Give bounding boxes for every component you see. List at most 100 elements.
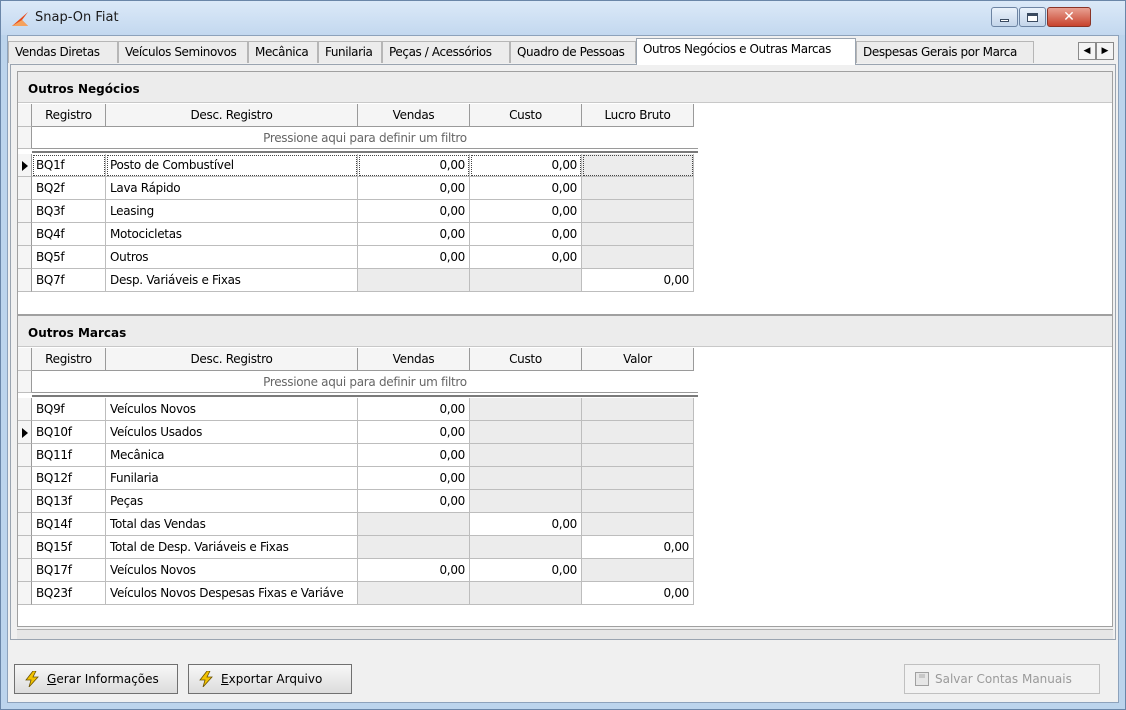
- row-indicator[interactable]: [18, 223, 32, 246]
- cell-registro[interactable]: BQ12f: [32, 467, 106, 490]
- cell-custo[interactable]: [470, 490, 582, 513]
- tab-funilaria[interactable]: Funilaria: [318, 41, 382, 63]
- cell-registro[interactable]: BQ13f: [32, 490, 106, 513]
- table-row[interactable]: BQ3f Leasing 0,00 0,00: [18, 200, 698, 223]
- cell-desc[interactable]: Mecânica: [106, 444, 358, 467]
- cell-valor[interactable]: [582, 444, 694, 467]
- row-indicator[interactable]: [18, 200, 32, 223]
- col-header-registro[interactable]: Registro: [32, 348, 106, 371]
- cell-lucro[interactable]: [582, 154, 694, 177]
- tab-scroll-right-icon[interactable]: ▶: [1096, 42, 1114, 60]
- cell-registro[interactable]: BQ17f: [32, 559, 106, 582]
- col-header-lucro-bruto[interactable]: Lucro Bruto: [582, 104, 694, 127]
- cell-vendas[interactable]: 0,00: [358, 246, 470, 269]
- cell-custo[interactable]: 0,00: [470, 154, 582, 177]
- tab-veiculos-seminovos[interactable]: Veículos Seminovos: [118, 41, 248, 63]
- filter-hint[interactable]: Pressione aqui para definir um filtro: [32, 127, 698, 149]
- cell-vendas[interactable]: 0,00: [358, 398, 470, 421]
- cell-valor[interactable]: [582, 421, 694, 444]
- cell-custo[interactable]: [470, 582, 582, 605]
- tab-quadro-de-pessoas[interactable]: Quadro de Pessoas: [510, 41, 636, 63]
- table-row[interactable]: BQ9f Veículos Novos 0,00: [18, 398, 698, 421]
- table-row[interactable]: BQ13f Peças 0,00: [18, 490, 698, 513]
- cell-custo[interactable]: [470, 467, 582, 490]
- cell-desc[interactable]: Veículos Usados: [106, 421, 358, 444]
- minimize-button[interactable]: [991, 7, 1018, 27]
- close-button[interactable]: ✕: [1047, 7, 1091, 27]
- cell-valor[interactable]: 0,00: [582, 536, 694, 559]
- table-row[interactable]: BQ12f Funilaria 0,00: [18, 467, 698, 490]
- row-indicator[interactable]: [18, 582, 32, 605]
- table-row[interactable]: BQ10f Veículos Usados 0,00: [18, 421, 698, 444]
- cell-registro[interactable]: BQ9f: [32, 398, 106, 421]
- tab-mecanica[interactable]: Mecânica: [248, 41, 318, 63]
- col-header-registro[interactable]: Registro: [32, 104, 106, 127]
- col-header-custo[interactable]: Custo: [470, 348, 582, 371]
- row-indicator[interactable]: [18, 490, 32, 513]
- row-indicator[interactable]: [18, 421, 32, 444]
- maximize-button[interactable]: [1019, 7, 1046, 27]
- col-header-vendas[interactable]: Vendas: [358, 348, 470, 371]
- column-chooser-icon[interactable]: [18, 348, 32, 371]
- cell-vendas[interactable]: 0,00: [358, 490, 470, 513]
- cell-lucro[interactable]: [582, 200, 694, 223]
- cell-custo[interactable]: 0,00: [470, 559, 582, 582]
- cell-custo[interactable]: [470, 444, 582, 467]
- cell-vendas[interactable]: [358, 582, 470, 605]
- cell-vendas[interactable]: 0,00: [358, 177, 470, 200]
- title-bar[interactable]: Snap-On Fiat ✕: [1, 1, 1125, 35]
- cell-desc[interactable]: Motocicletas: [106, 223, 358, 246]
- cell-vendas[interactable]: 0,00: [358, 467, 470, 490]
- filter-hint[interactable]: Pressione aqui para definir um filtro: [32, 371, 698, 393]
- col-header-desc[interactable]: Desc. Registro: [106, 348, 358, 371]
- row-indicator[interactable]: [18, 444, 32, 467]
- cell-desc[interactable]: Posto de Combustível: [106, 154, 358, 177]
- cell-custo[interactable]: [470, 536, 582, 559]
- table-row[interactable]: BQ1f Posto de Combustível 0,00 0,00: [18, 154, 698, 177]
- cell-registro[interactable]: BQ5f: [32, 246, 106, 269]
- cell-lucro[interactable]: 0,00: [582, 269, 694, 292]
- cell-lucro[interactable]: [582, 246, 694, 269]
- row-indicator[interactable]: [18, 177, 32, 200]
- cell-registro[interactable]: BQ23f: [32, 582, 106, 605]
- cell-valor[interactable]: [582, 467, 694, 490]
- cell-vendas[interactable]: 0,00: [358, 444, 470, 467]
- cell-valor[interactable]: [582, 398, 694, 421]
- row-indicator[interactable]: [18, 467, 32, 490]
- cell-custo[interactable]: [470, 269, 582, 292]
- cell-desc[interactable]: Peças: [106, 490, 358, 513]
- cell-registro[interactable]: BQ2f: [32, 177, 106, 200]
- cell-desc[interactable]: Outros: [106, 246, 358, 269]
- row-indicator[interactable]: [18, 559, 32, 582]
- outros-marcas-grid[interactable]: Registro Desc. Registro Vendas Custo Val…: [18, 348, 698, 628]
- cell-vendas[interactable]: 0,00: [358, 154, 470, 177]
- tab-outros-negocios[interactable]: Outros Negócios e Outras Marcas: [636, 38, 856, 65]
- table-row[interactable]: BQ11f Mecânica 0,00: [18, 444, 698, 467]
- cell-registro[interactable]: BQ15f: [32, 536, 106, 559]
- cell-desc[interactable]: Total das Vendas: [106, 513, 358, 536]
- cell-registro[interactable]: BQ4f: [32, 223, 106, 246]
- tab-despesas-gerais[interactable]: Despesas Gerais por Marca: [856, 41, 1034, 63]
- cell-vendas[interactable]: [358, 536, 470, 559]
- outros-negocios-grid[interactable]: Registro Desc. Registro Vendas Custo Luc…: [18, 104, 698, 316]
- cell-valor[interactable]: [582, 513, 694, 536]
- cell-custo[interactable]: 0,00: [470, 513, 582, 536]
- col-header-desc[interactable]: Desc. Registro: [106, 104, 358, 127]
- cell-registro[interactable]: BQ10f: [32, 421, 106, 444]
- cell-desc[interactable]: Desp. Variáveis e Fixas: [106, 269, 358, 292]
- table-row[interactable]: BQ14f Total das Vendas 0,00: [18, 513, 698, 536]
- cell-valor[interactable]: 0,00: [582, 582, 694, 605]
- cell-registro[interactable]: BQ3f: [32, 200, 106, 223]
- row-indicator[interactable]: [18, 513, 32, 536]
- table-row[interactable]: BQ2f Lava Rápido 0,00 0,00: [18, 177, 698, 200]
- table-row[interactable]: BQ4f Motocicletas 0,00 0,00: [18, 223, 698, 246]
- cell-custo[interactable]: [470, 421, 582, 444]
- cell-vendas[interactable]: 0,00: [358, 223, 470, 246]
- cell-custo[interactable]: 0,00: [470, 223, 582, 246]
- table-row[interactable]: BQ7f Desp. Variáveis e Fixas 0,00: [18, 269, 698, 292]
- cell-desc[interactable]: Total de Desp. Variáveis e Fixas: [106, 536, 358, 559]
- cell-desc[interactable]: Lava Rápido: [106, 177, 358, 200]
- row-indicator[interactable]: [18, 246, 32, 269]
- filter-row[interactable]: Pressione aqui para definir um filtro: [18, 371, 698, 393]
- gerar-informacoes-button[interactable]: Gerar Informações: [14, 664, 178, 694]
